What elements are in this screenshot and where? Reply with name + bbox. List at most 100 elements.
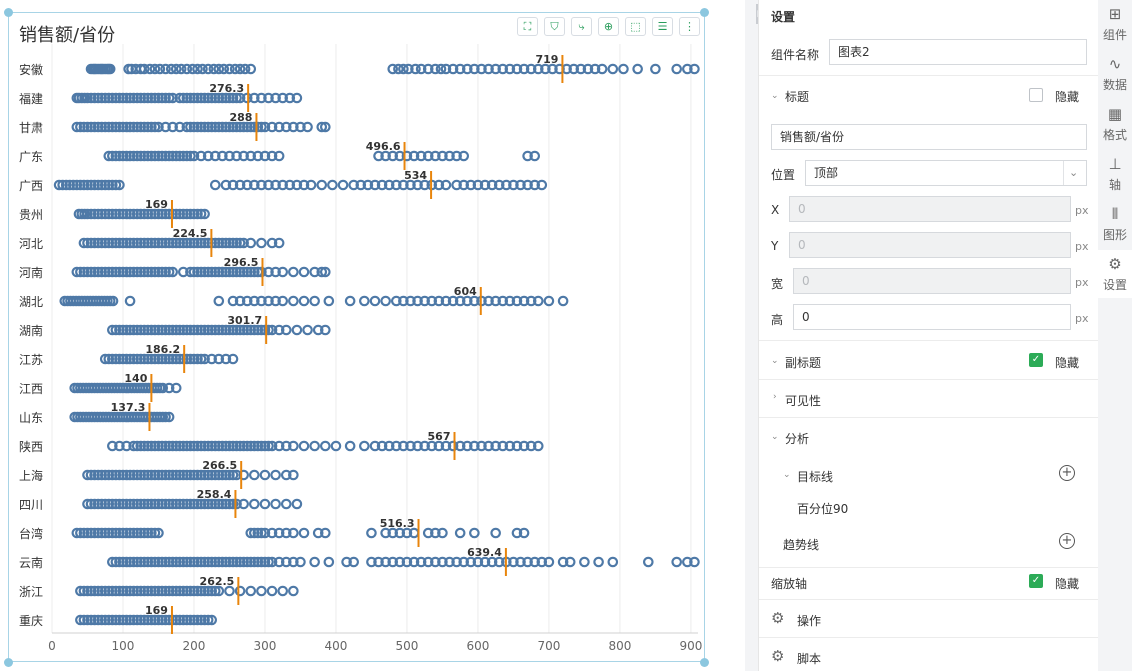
width-input[interactable]: 0 [793, 268, 1071, 294]
operation-label[interactable]: 操作 [797, 612, 821, 629]
data-point [234, 585, 246, 597]
script-label[interactable]: 脚本 [797, 650, 821, 667]
data-point [344, 295, 356, 307]
data-point [359, 295, 370, 307]
zoom-icon[interactable]: ⊕ [598, 17, 619, 36]
add-target-line-icon[interactable]: + [1059, 465, 1075, 481]
tab-format[interactable]: ▦ 格式 [1098, 100, 1132, 148]
subtitle-hide-checkbox[interactable]: ✓ [1029, 353, 1043, 367]
y-category-label: 福建 [19, 91, 43, 106]
data-point [288, 585, 299, 597]
tab-shape[interactable]: ⫴ 图形 [1098, 200, 1132, 248]
select-chevron-icon[interactable]: ⌄ [1069, 166, 1078, 179]
data-point [320, 440, 331, 452]
title-text-input[interactable]: 销售额/省份 [771, 124, 1087, 150]
y-category-label: 江苏 [19, 353, 43, 367]
data-point [291, 498, 303, 510]
title-section-label[interactable]: 标题 [785, 88, 809, 105]
filter-icon[interactable]: ⛉ [544, 17, 565, 36]
select-icon[interactable]: ⬚ [625, 17, 646, 36]
tab-axis[interactable]: ⊥ 轴 [1098, 150, 1132, 198]
target-line-value-label: 258.4 [197, 488, 232, 501]
tab-label: 数据 [1102, 78, 1127, 92]
analysis-section-label[interactable]: 分析 [785, 430, 809, 447]
x-tick-label: 900 [679, 639, 702, 653]
chart-title[interactable]: 销售额/省份 [19, 21, 115, 47]
data-point [298, 440, 310, 452]
script-gear-icon: ⚙ [771, 647, 785, 665]
data-point [124, 295, 136, 307]
target-line-value-label: 719 [535, 53, 558, 66]
component-name-input[interactable]: 图表2 [829, 39, 1087, 65]
chevron-down-icon[interactable]: ⌄ [771, 91, 779, 101]
tab-settings[interactable]: ⚙ 设置 [1098, 250, 1132, 298]
y-label: Y [771, 239, 779, 253]
width-unit: px [1075, 276, 1089, 289]
data-point [266, 585, 278, 597]
chevron-right-icon[interactable]: › [773, 392, 777, 402]
data-point [309, 556, 320, 568]
resize-handle-tr[interactable] [700, 8, 709, 17]
target-line-value-label: 567 [428, 430, 451, 443]
resize-handle-tl[interactable] [4, 8, 13, 17]
target-line-value-label: 604 [454, 285, 477, 298]
y-category-label: 上海 [19, 468, 43, 483]
target-line-value-label: 224.5 [173, 227, 208, 240]
panel-gap [745, 0, 758, 671]
title-hide-checkbox[interactable] [1029, 88, 1043, 102]
settings-icon: ⚙ [1108, 255, 1122, 273]
data-point [366, 527, 377, 539]
more-icon[interactable]: ⋮ [679, 17, 700, 36]
target-line-item[interactable]: 百分位90 [797, 500, 848, 517]
x-tick-label: 200 [183, 639, 206, 653]
add-trend-line-icon[interactable]: + [1059, 533, 1075, 549]
y-category-label: 山东 [19, 411, 43, 425]
y-category-label: 四川 [19, 498, 43, 512]
data-point [280, 498, 292, 510]
height-input[interactable]: 0 [793, 304, 1071, 330]
chart-widget[interactable]: 0 100 200 300 400 500 600 700 800 900 安徽 719 福建 276.3… [8, 12, 705, 662]
tab-component[interactable]: ⊞ 组件 [1098, 0, 1132, 48]
fullscreen-icon[interactable]: ⛶ [517, 17, 538, 36]
height-label: 高 [771, 313, 784, 327]
trend-line-label[interactable]: 趋势线 [783, 536, 819, 553]
zoom-axis-hide-checkbox[interactable]: ✓ [1029, 574, 1043, 588]
y-input[interactable]: 0 [789, 232, 1071, 258]
axis-icon: ⊥ [1108, 155, 1122, 173]
chevron-down-icon[interactable]: ⌄ [771, 432, 779, 442]
shape-icon: ⫴ [1111, 205, 1119, 223]
target-line-value-label: 516.3 [380, 517, 415, 530]
resize-handle-br[interactable] [700, 658, 709, 667]
zoom-axis-hide-label: 隐藏 [1055, 577, 1080, 591]
x-tick-label: 300 [254, 639, 277, 653]
resize-handle-bl[interactable] [4, 658, 13, 667]
data-point [288, 266, 299, 278]
chevron-down-icon[interactable]: ⌄ [783, 470, 791, 480]
tab-data[interactable]: ∿ 数据 [1098, 50, 1132, 98]
data-point [245, 63, 257, 75]
data-point [323, 556, 335, 568]
target-line-value-label: 288 [229, 111, 252, 124]
data-point [593, 556, 604, 568]
x-tick-label: 500 [395, 639, 418, 653]
subtitle-hide-label: 隐藏 [1055, 356, 1080, 370]
data-point [291, 324, 303, 336]
target-line-value-label: 169 [145, 198, 168, 211]
x-input[interactable]: 0 [789, 196, 1071, 222]
drill-icon[interactable]: ⤷ [571, 17, 592, 36]
data-point [650, 63, 661, 75]
subtitle-section-label[interactable]: 副标题 [785, 354, 821, 371]
list-icon[interactable]: ☰ [652, 17, 673, 36]
y-category-label: 浙江 [19, 585, 43, 599]
data-point [256, 237, 267, 249]
data-point [454, 527, 466, 539]
target-line-label[interactable]: 目标线 [797, 468, 833, 485]
canvas-area: 0 100 200 300 400 500 600 700 800 900 安徽 719 福建 276.3… [0, 0, 745, 671]
chevron-down-icon[interactable]: ⌄ [771, 356, 779, 366]
data-point [302, 324, 313, 336]
format-icon: ▦ [1107, 105, 1123, 123]
width-label: 宽 [771, 277, 784, 291]
data-point [671, 63, 683, 75]
position-select[interactable]: 顶部 [805, 160, 1087, 186]
visibility-section-label[interactable]: 可见性 [785, 392, 821, 409]
